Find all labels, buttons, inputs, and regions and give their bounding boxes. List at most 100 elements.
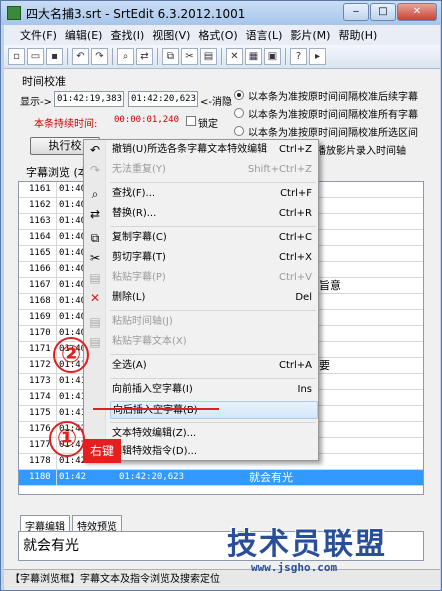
window-title: 四大名捕3.srt - SrtEdit 6.3.2012.1001 (26, 6, 246, 21)
copy-icon: ⧉ (90, 231, 100, 245)
menu-item-replace[interactable]: 替换(R)... Ctrl+R (110, 205, 318, 223)
menu-separator (110, 310, 316, 311)
watermark-text: 技术员联盟 (227, 527, 387, 562)
row-id: 1178 (29, 454, 57, 469)
menu-separator (110, 182, 316, 183)
menu-view[interactable]: 视图(V) (152, 27, 190, 43)
menu-item-select-all[interactable]: 全选(A) Ctrl+A (110, 357, 318, 375)
row-id: 1174 (29, 390, 57, 405)
duration-label: 本条持续时间: (34, 119, 98, 130)
annotation-step-2: ② (53, 337, 89, 373)
lock-checkbox[interactable] (186, 116, 196, 126)
row-id: 1180 (29, 470, 57, 485)
menu-item-delete[interactable]: 删除(L) Del (110, 289, 318, 307)
redo-icon: ↷ (89, 163, 101, 177)
menu-item-copy[interactable]: 复制字幕(C) Ctrl+C (110, 229, 318, 247)
radio-after-label: 以本条为准按原时间间隔校准后续字幕 (248, 92, 418, 103)
cut-icon[interactable]: ✂ (181, 48, 198, 65)
paste-icon[interactable]: ▤ (200, 48, 217, 65)
radio-after[interactable] (234, 90, 244, 100)
menu-separator (110, 226, 316, 227)
row-text: 就会有光 (249, 471, 293, 484)
row-id: 1165 (29, 246, 57, 261)
toolbar-divider (67, 48, 68, 65)
maximize-button[interactable]: □ (370, 3, 396, 21)
annotation-step-1: ① (49, 421, 85, 457)
find-icon[interactable]: ⌕ (117, 48, 134, 65)
radio-range-label: 以本条为准按原时间间隔校准所选区间 (248, 128, 418, 139)
undo-icon: ↶ (89, 143, 101, 157)
new-file-icon[interactable]: ▫ (8, 48, 25, 65)
menu-separator (110, 354, 316, 355)
menu-item-insert-before[interactable]: 向前插入空字幕(I) Ins (110, 381, 318, 399)
menu-edit[interactable]: 编辑(E) (65, 27, 103, 43)
help-icon[interactable]: ? (290, 48, 307, 65)
right-click-label: 右键 (83, 439, 121, 463)
replace-icon[interactable]: ⇄ (136, 48, 153, 65)
menu-item-insert-after[interactable]: 向后插入空字幕(B) (110, 401, 318, 419)
menu-separator (110, 378, 316, 379)
start-time-field[interactable]: 01:42:19,383 (54, 91, 124, 107)
menu-find[interactable]: 查找(I) (110, 27, 144, 43)
menu-item-cut[interactable]: 剪切字幕(T) Ctrl+X (110, 249, 318, 267)
minimize-button[interactable]: ‒ (343, 3, 369, 21)
row-id: 1167 (29, 278, 57, 293)
cancel-label[interactable]: <-消隐 (200, 93, 232, 108)
subtitle-list-label: 字幕浏览 (本 (26, 166, 89, 179)
radio-range[interactable] (234, 126, 244, 136)
toolbar-divider (157, 48, 158, 65)
close-button[interactable]: ✕ (397, 3, 437, 21)
insert-icon[interactable]: ▦ (245, 48, 262, 65)
binoculars-icon: ⌕ (91, 187, 99, 201)
end-time-field[interactable]: 01:42:20,623 (128, 91, 198, 107)
row-id: 1164 (29, 230, 57, 245)
play-icon[interactable]: ▸ (309, 48, 326, 65)
menu-file[interactable]: 文件(F) (20, 27, 57, 43)
radio-all-label: 以本条为准按原时间间隔校准所有字幕 (248, 110, 418, 121)
menu-item-redo[interactable]: 无法重复(Y) Shift+Ctrl+Z (110, 161, 318, 179)
delete-icon[interactable]: ✕ (226, 48, 243, 65)
menu-format[interactable]: 格式(O) (198, 27, 237, 43)
row-id: 1161 (29, 182, 57, 197)
menu-item-paste-timeline[interactable]: 粘贴时间轴(J) (110, 313, 318, 331)
save-icon[interactable]: ▪ (46, 48, 63, 65)
app-window: 四大名捕3.srt - SrtEdit 6.3.2012.1001 ‒ □ ✕ … (0, 0, 442, 591)
row-id: 1163 (29, 214, 57, 229)
menu-separator (110, 422, 316, 423)
app-icon (7, 6, 21, 20)
cut-icon: ✂ (89, 251, 101, 265)
copy-icon[interactable]: ⧉ (162, 48, 179, 65)
sync-section-title: 时间校准 (22, 75, 66, 88)
paste-icon: ▤ (89, 271, 101, 285)
open-folder-icon[interactable]: ▭ (27, 48, 44, 65)
menu-item-undo[interactable]: 撤销(U)所选各条字幕文本特效编辑 Ctrl+Z (110, 141, 318, 159)
row-id: 1170 (29, 326, 57, 341)
paste-text-icon: ▤ (89, 335, 101, 349)
replace-icon: ⇄ (89, 207, 101, 221)
row-id: 1168 (29, 294, 57, 309)
delete-icon: ✕ (89, 291, 101, 305)
menu-item-paste[interactable]: 粘贴字幕(P) Ctrl+V (110, 269, 318, 287)
title-bar: 四大名捕3.srt - SrtEdit 6.3.2012.1001 ‒ □ ✕ (1, 1, 441, 25)
menu-help[interactable]: 帮助(H) (338, 27, 377, 43)
record-timeline-label: 播放影片录入时间轴 (316, 146, 406, 157)
context-menu: ↶ 撤销(U)所选各条字幕文本特效编辑 Ctrl+Z ↷ 无法重复(Y) Shift… (83, 139, 319, 461)
menu-movie[interactable]: 影片(M) (290, 27, 330, 43)
row-id: 1166 (29, 262, 57, 277)
table-row-selected[interactable]: 1180 01:42 01:42:20,623 就会有光 (19, 470, 423, 486)
row-text: 旨意 (319, 279, 341, 292)
menu-item-text-effect[interactable]: 文本特效编辑(Z)... (110, 425, 318, 443)
edit-icon[interactable]: ▣ (264, 48, 281, 65)
row-text: 要 (319, 359, 330, 372)
row-time: 01:42 (59, 472, 87, 482)
row-id: 1162 (29, 198, 57, 213)
menu-language[interactable]: 语言(L) (246, 27, 283, 43)
radio-all[interactable] (234, 108, 244, 118)
menu-item-effect-command[interactable]: 编辑特效指令(D)... (110, 443, 318, 461)
menu-item-paste-text[interactable]: 粘贴字幕文本(X) (110, 333, 318, 351)
toolbar: ▫ ▭ ▪ ↶ ↷ ⌕ ⇄ ⧉ ✂ ▤ ✕ ▦ ▣ ? ▸ (4, 45, 440, 69)
redo-icon[interactable]: ↷ (91, 48, 108, 65)
undo-icon[interactable]: ↶ (72, 48, 89, 65)
menu-item-find[interactable]: 查找(F)... Ctrl+F (110, 185, 318, 203)
toolbar-divider (221, 48, 222, 65)
